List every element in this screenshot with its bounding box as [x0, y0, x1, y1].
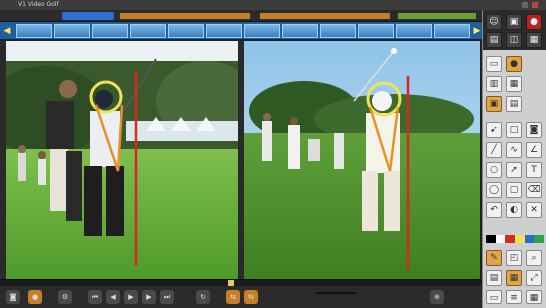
- list-icon[interactable]: ≡: [506, 290, 522, 304]
- skip-forward-icon[interactable]: ⏭: [160, 290, 174, 304]
- left-video-pane[interactable]: [6, 41, 238, 279]
- close-icon[interactable]: [532, 2, 538, 8]
- thumbnail-strip: ◀ ▶: [0, 22, 482, 40]
- layout-icon[interactable]: ▣: [486, 96, 502, 112]
- thumbnail[interactable]: [282, 24, 318, 38]
- zoom-icon[interactable]: ⊕: [430, 290, 444, 304]
- freehand-icon[interactable]: ∿: [506, 142, 522, 158]
- split-icon[interactable]: ◐: [506, 202, 522, 218]
- chevron-right-icon[interactable]: ▶: [472, 25, 482, 37]
- color-swatch[interactable]: [505, 235, 516, 243]
- loop-icon[interactable]: ↻: [196, 290, 210, 304]
- toolbar-header: ☺ ▣ ● ▤ ◫ ▦: [483, 10, 546, 50]
- tag-icon[interactable]: ▭: [486, 290, 502, 304]
- camera-tool-icon[interactable]: ◙: [526, 122, 542, 138]
- transport-bar: ◙ ● ⚙ ⏮ ◀ ▶ ▶ ⏭ ↻ ⇆ ⇆ ⊕: [0, 279, 482, 308]
- time-readout: [316, 292, 356, 294]
- chevron-left-icon[interactable]: ◀: [2, 25, 12, 37]
- session-info: [398, 13, 476, 19]
- thumbnail[interactable]: [396, 24, 432, 38]
- color-swatch[interactable]: [534, 235, 545, 243]
- thumbnail[interactable]: [320, 24, 356, 38]
- play-icon[interactable]: ▶: [124, 290, 138, 304]
- search-icon[interactable]: ⌕: [526, 250, 542, 266]
- thumbnail[interactable]: [168, 24, 204, 38]
- settings-icon[interactable]: ⚙: [58, 290, 72, 304]
- right-clip-info: [260, 13, 390, 19]
- video-icon[interactable]: ▣: [506, 14, 522, 30]
- record-mode-icon[interactable]: ●: [506, 56, 522, 72]
- grid-icon[interactable]: ▤: [506, 96, 522, 112]
- thumbnail[interactable]: [206, 24, 242, 38]
- clear-icon[interactable]: ✕: [526, 202, 542, 218]
- thumbnail[interactable]: [358, 24, 394, 38]
- color-swatch[interactable]: [515, 235, 525, 243]
- color-swatch[interactable]: [486, 235, 496, 243]
- angle-icon[interactable]: ∠: [526, 142, 542, 158]
- color-swatch[interactable]: [524, 235, 535, 243]
- calendar-icon[interactable]: ▦: [526, 290, 542, 304]
- color-palette[interactable]: [486, 235, 545, 243]
- thumbnail[interactable]: [16, 24, 52, 38]
- pointer-icon[interactable]: ➹: [486, 122, 502, 138]
- thumbnail[interactable]: [92, 24, 128, 38]
- undo-icon[interactable]: ↶: [486, 202, 502, 218]
- lock-icon[interactable]: ▦: [526, 32, 542, 48]
- timeline[interactable]: [0, 280, 482, 286]
- layers-icon[interactable]: ▤: [486, 270, 502, 286]
- sync-right-icon[interactable]: ⇆: [244, 290, 258, 304]
- arrow-icon[interactable]: ➚: [506, 162, 522, 178]
- grid-tab-icon[interactable]: ▦: [506, 270, 522, 286]
- minimize-icon[interactable]: [522, 2, 528, 8]
- golf-analysis-app: V1 Video Golf ◀ ▶ ◙ ● ⚙ ⏮ ◀ ▶ ▶ ⏭ ↻ ⇆ ⇆ …: [0, 0, 546, 308]
- thumbnail[interactable]: [54, 24, 90, 38]
- club-selector[interactable]: [62, 12, 114, 20]
- thumbnail[interactable]: [434, 24, 470, 38]
- step-back-icon[interactable]: ◀: [106, 290, 120, 304]
- text-icon[interactable]: T: [526, 162, 542, 178]
- left-video-frame: [6, 41, 238, 279]
- title-bar: V1 Video Golf: [0, 0, 546, 10]
- right-video-pane[interactable]: [244, 41, 480, 279]
- sync-left-icon[interactable]: ⇆: [226, 290, 240, 304]
- camera-icon[interactable]: ◙: [6, 290, 20, 304]
- playhead[interactable]: [228, 280, 234, 286]
- left-clip-info: [120, 13, 250, 19]
- stop-icon[interactable]: ●: [526, 14, 542, 30]
- step-forward-icon[interactable]: ▶: [142, 290, 156, 304]
- circle-icon[interactable]: ○: [486, 162, 502, 178]
- split-view-icon[interactable]: ▥: [486, 76, 502, 92]
- right-toolbar: ☺ ▣ ● ▤ ◫ ▦ ▭ ● ▥ ▦ ▣ ▤ ➹ □ ◙ ╱ ∿ ∠ ○ ➚ …: [482, 10, 546, 308]
- tools-tab-icon[interactable]: ✎: [486, 250, 502, 266]
- skip-back-icon[interactable]: ⏮: [88, 290, 102, 304]
- expand-icon[interactable]: ⤢: [526, 270, 542, 286]
- user-icon[interactable]: ☺: [486, 14, 502, 30]
- rect-icon[interactable]: ▢: [506, 182, 522, 198]
- ellipse-icon[interactable]: ◯: [486, 182, 502, 198]
- single-view-icon[interactable]: ▭: [486, 56, 502, 72]
- window-title: V1 Video Golf: [18, 1, 59, 8]
- draw-tab-icon[interactable]: ◰: [506, 250, 522, 266]
- color-swatch[interactable]: [495, 235, 506, 243]
- thumbnail[interactable]: [130, 24, 166, 38]
- folder-icon[interactable]: ▤: [486, 32, 502, 48]
- eraser-icon[interactable]: ⌫: [526, 182, 542, 198]
- right-video-frame: [244, 41, 480, 279]
- compare-icon[interactable]: ◫: [506, 32, 522, 48]
- thumbnail[interactable]: [244, 24, 280, 38]
- line-icon[interactable]: ╱: [486, 142, 502, 158]
- record-icon[interactable]: ●: [28, 290, 42, 304]
- square-icon[interactable]: □: [506, 122, 522, 138]
- overlay-view-icon[interactable]: ▦: [506, 76, 522, 92]
- info-bar: [0, 10, 482, 22]
